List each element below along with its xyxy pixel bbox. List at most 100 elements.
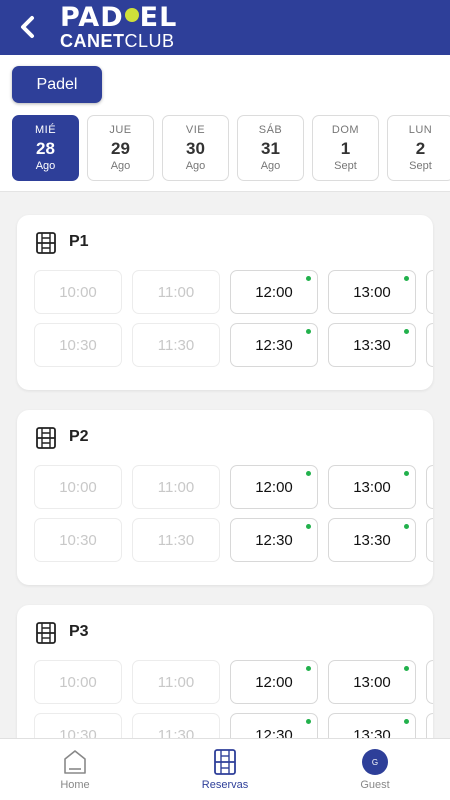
avatar: G xyxy=(362,749,388,775)
day-number: 2 xyxy=(415,139,426,158)
app-header: PAD EL CANETCLUB xyxy=(0,0,450,55)
slot-time: 12:00 xyxy=(255,478,293,496)
day-month: Ago xyxy=(185,160,206,172)
day-name: MIÉ xyxy=(34,124,57,136)
time-slot[interactable]: 12:00 xyxy=(230,465,318,509)
court-icon xyxy=(214,749,236,775)
time-slot[interactable]: 13:00 xyxy=(328,660,416,704)
nav-reservas[interactable]: Reservas xyxy=(165,739,285,800)
time-slot: 11:00 xyxy=(132,465,220,509)
time-slot[interactable]: 12:30 xyxy=(230,518,318,562)
day-item[interactable]: JUE 29 Ago xyxy=(87,115,154,181)
day-month: Ago xyxy=(260,160,281,172)
time-slot[interactable]: 12:30 xyxy=(230,323,318,367)
available-dot xyxy=(404,329,409,334)
time-slot-partial[interactable] xyxy=(426,713,433,738)
slot-time: 13:30 xyxy=(353,336,391,354)
back-button[interactable] xyxy=(14,12,42,42)
nav-guest[interactable]: G Guest xyxy=(315,739,435,800)
slot-time: 12:00 xyxy=(255,673,293,691)
date-selector: MIÉ 28 Ago JUE 29 Ago VIE 30 Ago SÁB 31 … xyxy=(12,115,450,181)
time-slot-partial[interactable] xyxy=(426,270,433,314)
time-slot: 10:00 xyxy=(34,270,122,314)
day-name: DOM xyxy=(331,124,360,136)
nav-guest-label: Guest xyxy=(360,779,390,791)
available-dot xyxy=(404,719,409,724)
chevron-left-icon xyxy=(21,16,34,38)
day-name: VIE xyxy=(185,124,206,136)
time-slot[interactable]: 12:00 xyxy=(230,660,318,704)
day-month: Ago xyxy=(110,160,131,172)
time-slot: 11:30 xyxy=(132,518,220,562)
day-number: 31 xyxy=(261,139,280,158)
day-month: Sept xyxy=(409,160,432,172)
day-month: Ago xyxy=(35,160,56,172)
day-item[interactable]: MIÉ 28 Ago xyxy=(12,115,79,181)
time-slot: 11:30 xyxy=(132,713,220,738)
court-card: P1 10:00 11:00 12:00 13:00 10:30 11:30 1… xyxy=(17,215,433,390)
court-icon xyxy=(36,622,56,644)
logo-text-a: PAD xyxy=(60,2,124,33)
court-icon xyxy=(36,232,56,254)
available-dot xyxy=(404,524,409,529)
available-dot xyxy=(306,276,311,281)
available-dot xyxy=(306,719,311,724)
padel-canet-club-logo: PAD EL CANETCLUB xyxy=(60,2,178,51)
available-dot xyxy=(306,666,311,671)
court-icon xyxy=(36,427,56,449)
time-slot-partial[interactable] xyxy=(426,518,433,562)
time-slot[interactable]: 13:30 xyxy=(328,518,416,562)
court-card: P3 10:00 11:00 12:00 13:00 10:30 11:30 1… xyxy=(17,605,433,738)
time-slot[interactable]: 12:00 xyxy=(230,270,318,314)
time-slot-partial[interactable] xyxy=(426,660,433,704)
day-name: JUE xyxy=(109,124,132,136)
time-slot: 11:00 xyxy=(132,270,220,314)
day-item[interactable]: DOM 1 Sept xyxy=(312,115,379,181)
time-slot: 10:30 xyxy=(34,323,122,367)
nav-home-label: Home xyxy=(60,779,90,791)
available-dot xyxy=(306,329,311,334)
home-icon xyxy=(64,750,86,774)
time-slot[interactable]: 13:00 xyxy=(328,465,416,509)
slot-time: 12:30 xyxy=(255,726,293,739)
day-name: SÁB xyxy=(258,124,283,136)
logo-text-canet: CANET xyxy=(60,31,125,51)
slot-time: 13:00 xyxy=(353,673,391,691)
day-name: LUN xyxy=(408,124,433,136)
slot-time: 12:30 xyxy=(255,336,293,354)
day-number: 29 xyxy=(111,139,130,158)
court-name: P3 xyxy=(69,623,89,640)
day-item[interactable]: VIE 30 Ago xyxy=(162,115,229,181)
time-slot: 10:30 xyxy=(34,518,122,562)
court-list[interactable]: P1 10:00 11:00 12:00 13:00 10:30 11:30 1… xyxy=(0,193,450,738)
day-month: Sept xyxy=(334,160,357,172)
time-slot: 10:00 xyxy=(34,465,122,509)
ball-icon xyxy=(124,8,139,22)
available-dot xyxy=(404,276,409,281)
slot-time: 13:30 xyxy=(353,726,391,739)
time-slot[interactable]: 13:00 xyxy=(328,270,416,314)
slot-time: 12:00 xyxy=(255,283,293,301)
nav-home[interactable]: Home xyxy=(15,739,135,800)
time-slot[interactable]: 12:30 xyxy=(230,713,318,738)
day-item[interactable]: LUN 2 Sept xyxy=(387,115,450,181)
day-number: 28 xyxy=(36,139,55,158)
time-slot[interactable]: 13:30 xyxy=(328,713,416,738)
time-slot-partial[interactable] xyxy=(426,465,433,509)
available-dot xyxy=(404,666,409,671)
slot-time: 13:00 xyxy=(353,478,391,496)
time-slot: 10:30 xyxy=(34,713,122,738)
time-slot: 10:00 xyxy=(34,660,122,704)
available-dot xyxy=(306,471,311,476)
sport-selector-button[interactable]: Padel xyxy=(12,66,102,103)
slot-time: 13:00 xyxy=(353,283,391,301)
court-name: P2 xyxy=(69,428,89,445)
court-card: P2 10:00 11:00 12:00 13:00 10:30 11:30 1… xyxy=(17,410,433,585)
time-slot-partial[interactable] xyxy=(426,323,433,367)
day-number: 1 xyxy=(340,139,351,158)
time-slot: 11:30 xyxy=(132,323,220,367)
time-slot[interactable]: 13:30 xyxy=(328,323,416,367)
filter-bar: Padel MIÉ 28 Ago JUE 29 Ago VIE 30 Ago S… xyxy=(0,55,450,192)
logo-text-b: EL xyxy=(139,2,178,33)
day-item[interactable]: SÁB 31 Ago xyxy=(237,115,304,181)
